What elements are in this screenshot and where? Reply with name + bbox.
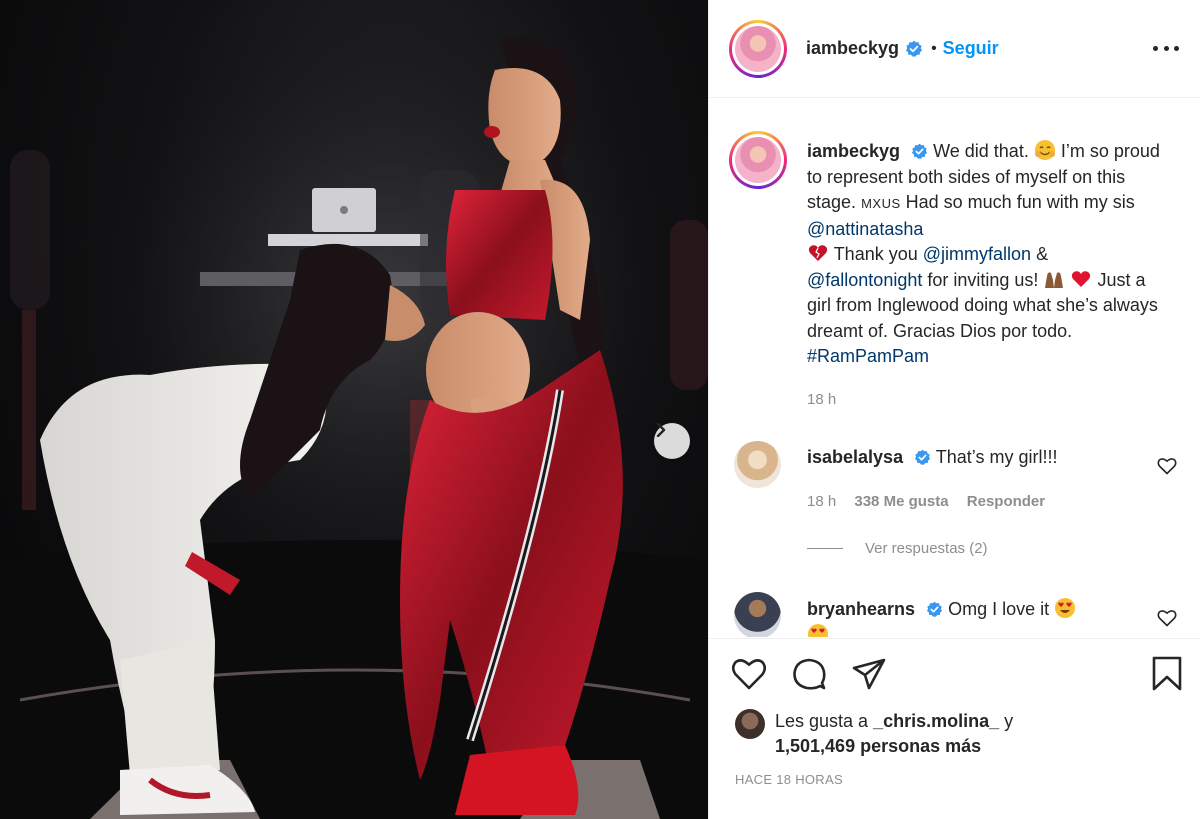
red-heart-emoji-icon bbox=[1072, 270, 1091, 287]
mention-jimmyfallon[interactable]: @jimmyfallon bbox=[923, 244, 1031, 264]
liker-username[interactable]: _chris.molina_ bbox=[873, 711, 999, 731]
comment-text: isabelalysa That’s my girl!!! bbox=[807, 445, 1167, 471]
post-timestamp[interactable]: HACE 18 HORAS bbox=[735, 772, 843, 787]
verified-icon bbox=[906, 40, 923, 57]
separator-dot: • bbox=[931, 39, 937, 57]
bookmark-icon[interactable] bbox=[1149, 656, 1185, 692]
share-icon[interactable] bbox=[851, 656, 887, 692]
flags-emoji: MXUS bbox=[861, 196, 901, 211]
comment-text: bryanhearns Omg I love it bbox=[807, 597, 1167, 637]
chevron-right-icon bbox=[656, 423, 666, 437]
comments-section: iambeckyg We did that. I’m so proud to r… bbox=[709, 99, 1200, 637]
smiling-hug-emoji-icon bbox=[1034, 140, 1055, 160]
raising-hands-emoji-icon bbox=[1045, 271, 1064, 288]
post-sidebar: iambeckyg • Seguir iambeckyg We did that… bbox=[708, 0, 1200, 819]
comment-body: That’s my girl!!! bbox=[935, 447, 1058, 467]
caption-text: iambeckyg We did that. I’m so proud to r… bbox=[807, 139, 1167, 370]
caption-part-3: Had so much fun with my sis bbox=[905, 192, 1135, 212]
comment-row bbox=[734, 441, 781, 488]
verified-icon bbox=[915, 449, 931, 465]
post-actions: Les gusta a _chris.molina_ y 1,501,469 p… bbox=[709, 638, 1200, 819]
caption-part-1: We did that. bbox=[933, 141, 1029, 161]
photo-illustration bbox=[0, 0, 708, 819]
comment-meta: 18 h 338 Me gusta Responder bbox=[807, 493, 1059, 510]
comment-body: Omg I love it bbox=[948, 599, 1050, 619]
next-image-button[interactable] bbox=[654, 423, 690, 459]
caption-row bbox=[729, 131, 787, 189]
post-photo[interactable] bbox=[0, 0, 708, 819]
more-icon bbox=[1153, 45, 1158, 51]
caption-part-4: Thank you bbox=[833, 244, 918, 264]
view-replies-button[interactable]: Ver respuestas (2) bbox=[807, 540, 988, 557]
caption-time[interactable]: 18 h bbox=[807, 391, 836, 408]
commenter-avatar[interactable] bbox=[734, 441, 781, 488]
comment-row bbox=[734, 592, 781, 637]
comment-icon[interactable] bbox=[791, 656, 827, 692]
comment-likes[interactable]: 338 Me gusta bbox=[854, 493, 948, 510]
comment-time[interactable]: 18 h bbox=[807, 493, 836, 510]
verified-icon bbox=[927, 601, 943, 617]
heart-icon[interactable] bbox=[731, 656, 767, 692]
view-replies-label: Ver respuestas (2) bbox=[865, 540, 988, 557]
heart-emoji-icon bbox=[808, 245, 828, 261]
liker-avatar[interactable] bbox=[735, 709, 765, 739]
post-header: iambeckyg • Seguir bbox=[709, 0, 1200, 98]
likes-count[interactable]: 1,501,469 personas más bbox=[775, 736, 981, 756]
commenter-avatar[interactable] bbox=[734, 592, 781, 637]
verified-icon bbox=[912, 143, 928, 159]
caption-amp: & bbox=[1036, 244, 1049, 264]
more-options-button[interactable] bbox=[1153, 38, 1179, 58]
author-avatar[interactable] bbox=[729, 19, 787, 78]
caption-part-5: for inviting us! bbox=[927, 269, 1039, 290]
hashtag-rampampam[interactable]: #RamPamPam bbox=[807, 346, 929, 366]
author-username[interactable]: iambeckyg bbox=[806, 38, 899, 59]
likes-suffix: y bbox=[1004, 711, 1014, 731]
follow-button[interactable]: Seguir bbox=[943, 38, 999, 59]
commenter-username[interactable]: isabelalysa bbox=[807, 447, 903, 467]
comment-like-icon[interactable] bbox=[1157, 457, 1177, 475]
mention-fallontonight[interactable]: @fallontonight bbox=[807, 270, 922, 290]
heart-eyes-emoji-icon bbox=[1055, 598, 1076, 618]
likes-prefix: Les gusta a bbox=[775, 711, 869, 731]
comment-like-icon[interactable] bbox=[1157, 609, 1177, 627]
likes-summary: Les gusta a _chris.molina_ y 1,501,469 p… bbox=[735, 709, 1013, 759]
heart-eyes-emoji-icon bbox=[808, 623, 828, 637]
mention-nattinatasha[interactable]: @nattinatasha bbox=[807, 219, 923, 239]
commenter-username[interactable]: bryanhearns bbox=[807, 599, 915, 619]
reply-button[interactable]: Responder bbox=[967, 493, 1045, 510]
caption-avatar[interactable] bbox=[729, 131, 787, 189]
caption-username[interactable]: iambeckyg bbox=[807, 141, 900, 161]
